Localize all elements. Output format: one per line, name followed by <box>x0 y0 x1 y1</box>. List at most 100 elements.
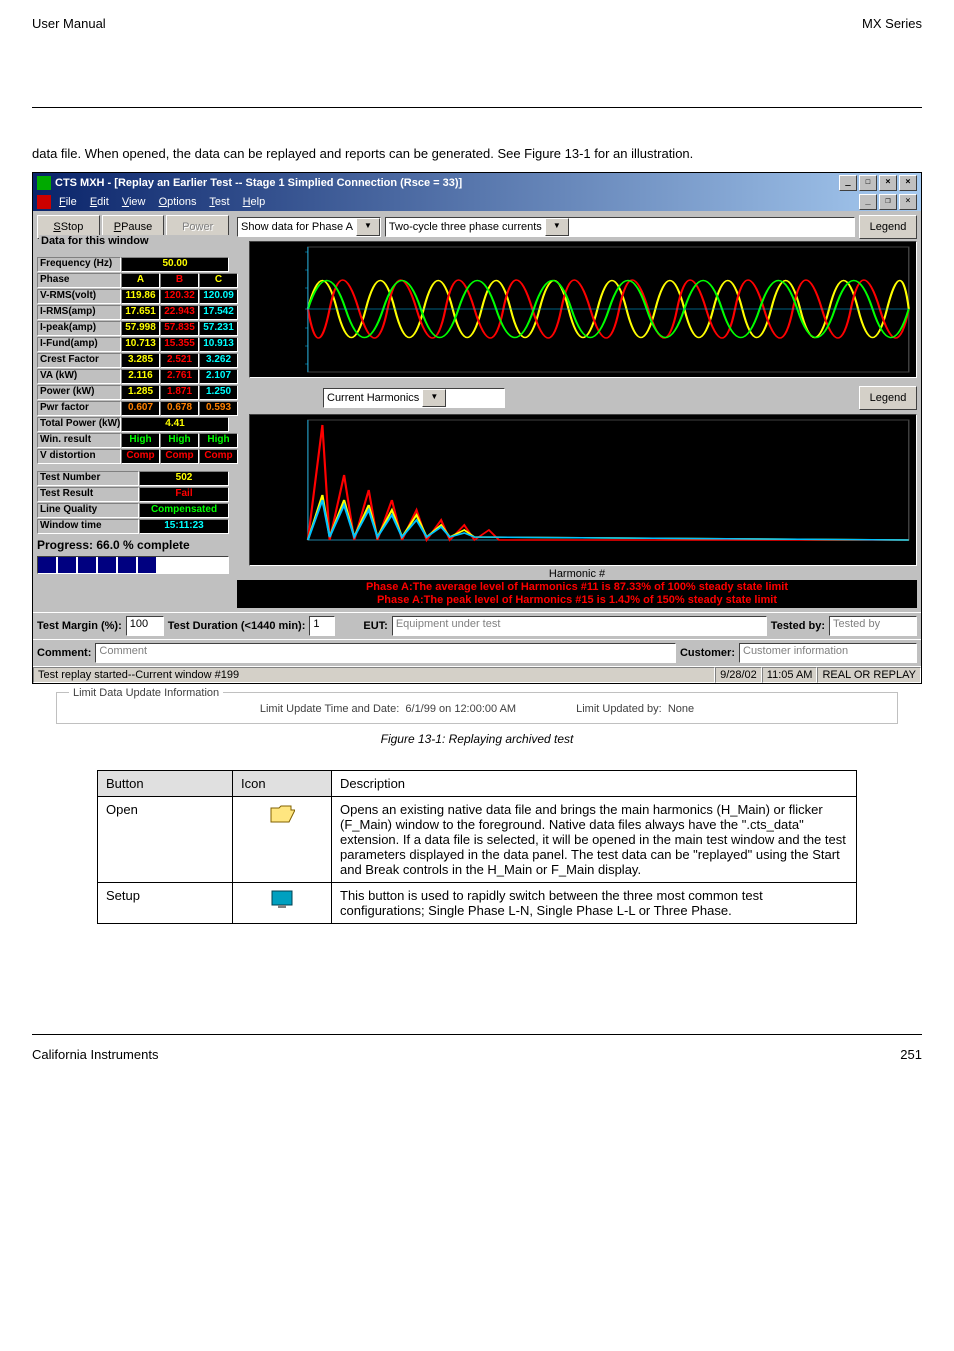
lbl-margin: Test Margin (%): <box>37 620 122 632</box>
val-wr-a: High <box>121 433 160 448</box>
child-restore-button[interactable]: ❐ <box>879 194 897 210</box>
legend-button-bottom[interactable]: Legend <box>859 386 917 410</box>
chevron-down-icon: ▼ <box>545 218 569 236</box>
bottom-fields-row1: Test Margin (%): 100 Test Duration (<144… <box>33 612 921 639</box>
description-table: Button Icon Description Open Opens an ex… <box>97 770 857 924</box>
svg-text:5: 5 <box>294 508 302 519</box>
status-strip: Phase A:The average level of Harmonics #… <box>237 580 917 608</box>
val-tr: Fail <box>139 487 229 502</box>
lbl-freq: Frequency (Hz) <box>37 257 121 272</box>
chevron-down-icon: ▼ <box>422 389 446 407</box>
sb-main: Test replay started--Current window #199 <box>33 667 715 683</box>
header-left: User Manual <box>32 16 106 31</box>
input-comment[interactable]: Comment <box>95 643 676 663</box>
lbl-duration: Test Duration (<1440 min): <box>168 620 306 632</box>
group-title: Data for this window <box>39 235 231 247</box>
sb-mode: REAL OR REPLAY <box>817 667 921 683</box>
val-pwr-c: 1.250 <box>199 385 238 400</box>
lbl-comment: Comment: <box>37 647 91 659</box>
val-tn: 502 <box>139 471 229 486</box>
footer-right: 251 <box>900 1047 922 1062</box>
close-button[interactable]: × <box>879 175 897 191</box>
svg-text:25: 25 <box>286 436 302 447</box>
open-icon <box>269 802 295 824</box>
child-minimize-button[interactable]: _ <box>859 194 877 210</box>
svg-text:0: 0 <box>294 533 302 544</box>
row1-desc: Opens an existing native data file and b… <box>332 796 857 882</box>
titlebar-inner: File Edit View Options Test Help _ ❐ × <box>33 193 921 211</box>
limit-time-lbl: Limit Update Time and Date: <box>260 703 399 715</box>
val-ph-a: A <box>121 273 160 288</box>
maximize-button[interactable]: ☐ <box>859 175 877 191</box>
row2-desc: This button is used to rapidly switch be… <box>332 882 857 923</box>
menu-file[interactable]: File <box>59 196 77 208</box>
svg-text:15: 15 <box>286 472 302 483</box>
svg-text:16: 16 <box>533 544 549 555</box>
input-eut[interactable]: Equipment under test <box>392 616 767 636</box>
limit-time-val: 6/1/99 on 12:00:00 AM <box>405 703 516 715</box>
input-customer[interactable]: Customer information <box>739 643 917 663</box>
legend-button-top[interactable]: Legend <box>859 215 917 239</box>
val-pf-c: 0.593 <box>199 401 238 416</box>
minimize-button[interactable]: _ <box>839 175 857 191</box>
limit-by-lbl: Limit Updated by: <box>576 703 662 715</box>
th-desc: Description <box>332 770 857 796</box>
top-rule <box>32 107 922 108</box>
input-duration[interactable]: 1 <box>309 616 335 636</box>
input-margin[interactable]: 100 <box>126 616 164 636</box>
menu-options[interactable]: Options <box>159 196 197 208</box>
val-vrms-b: 120.32 <box>160 289 199 304</box>
val-vd-a: Comp <box>121 449 160 464</box>
val-ipk-b: 57.835 <box>160 321 199 336</box>
progress-bar <box>37 556 229 574</box>
lbl-phase: Phase <box>37 273 121 288</box>
mode-select[interactable]: Two-cycle three phase currents▼ <box>385 217 855 237</box>
limit-info-title: Limit Data Update Information <box>69 687 223 699</box>
harmonics-select[interactable]: Current Harmonics▼ <box>323 388 505 408</box>
lbl-customer: Customer: <box>680 647 735 659</box>
val-cf-c: 3.262 <box>199 353 238 368</box>
menubar: File Edit View Options Test Help <box>55 195 857 209</box>
val-pwr-a: 1.285 <box>121 385 160 400</box>
svg-text:-25: -25 <box>281 321 302 332</box>
th-icon: Icon <box>233 770 332 796</box>
svg-text:24: 24 <box>652 544 668 555</box>
bottom-chart: 302520151050 481216202428323640 <box>249 414 917 566</box>
left-panel: SStop PPause Power Data for this window … <box>33 211 233 612</box>
lbl-vrms: V-RMS(volt) <box>37 289 121 304</box>
top-chart: 7550250-25-50-75 <box>249 241 917 378</box>
input-tested[interactable]: Tested by <box>829 616 917 636</box>
menu-test[interactable]: Test <box>209 196 229 208</box>
lbl-tn: Test Number <box>37 471 139 486</box>
menu-view[interactable]: View <box>122 196 146 208</box>
statusbar: Test replay started--Current window #199… <box>33 666 921 683</box>
val-irms-b: 22.943 <box>160 305 199 320</box>
svg-text:36: 36 <box>830 544 846 555</box>
svg-text:10: 10 <box>286 490 302 501</box>
menu-help[interactable]: Help <box>243 196 266 208</box>
header-right: MX Series <box>862 16 922 31</box>
phase-select[interactable]: Show data for Phase A▼ <box>237 217 381 237</box>
menu-edit[interactable]: Edit <box>90 196 109 208</box>
val-va-a: 2.116 <box>121 369 160 384</box>
lbl-lq: Line Quality <box>37 503 139 518</box>
svg-text:-75: -75 <box>281 357 302 368</box>
val-pf-a: 0.607 <box>121 401 160 416</box>
val-va-c: 2.107 <box>199 369 238 384</box>
val-va-b: 2.761 <box>160 369 199 384</box>
val-cf-a: 3.285 <box>121 353 160 368</box>
mid-toolbar: Current Harmonics▼ Legend <box>237 386 917 410</box>
sb-time: 11:05 AM <box>762 667 818 683</box>
app-window: CTS MXH - [Replay an Earlier Test -- Sta… <box>32 172 922 684</box>
val-freq: 50.00 <box>121 257 229 272</box>
val-lq: Compensated <box>139 503 229 518</box>
close-button-2[interactable]: × <box>899 175 917 191</box>
setup-icon <box>269 888 295 910</box>
child-close-button[interactable]: × <box>899 194 917 210</box>
val-irms-c: 17.542 <box>199 305 238 320</box>
svg-text:25: 25 <box>286 281 302 292</box>
footer-rule <box>32 1034 922 1035</box>
val-wr-c: High <box>199 433 238 448</box>
svg-text:0: 0 <box>294 303 302 314</box>
lbl-pf: Pwr factor <box>37 401 121 416</box>
